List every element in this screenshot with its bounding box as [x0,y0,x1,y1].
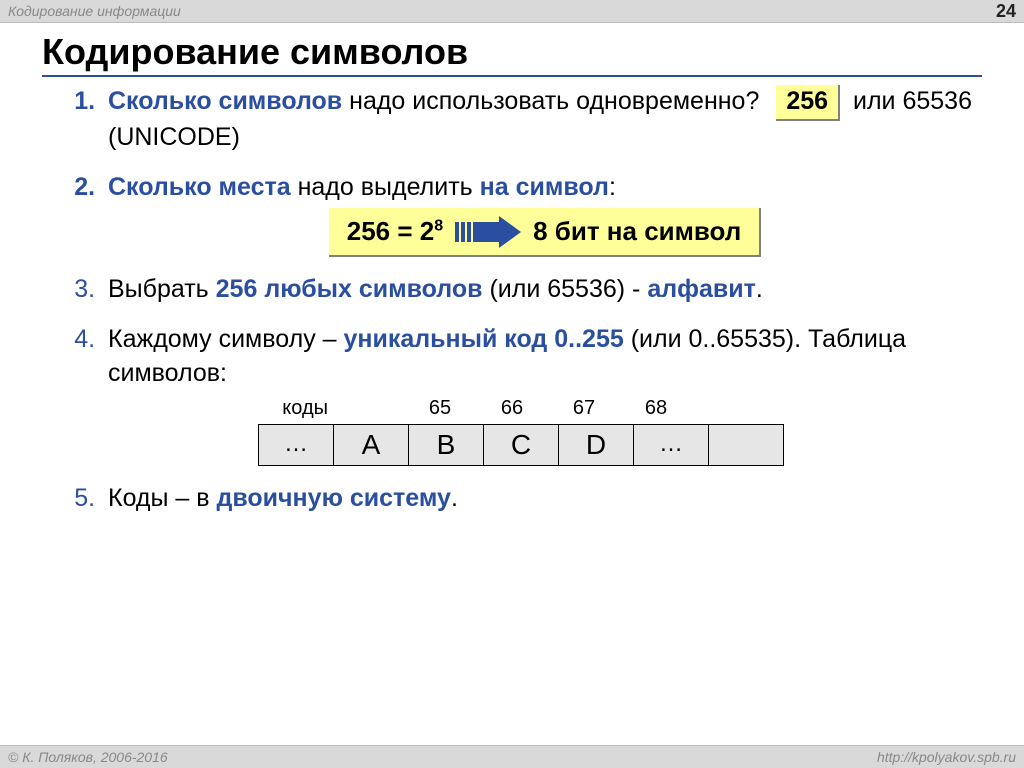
cell-3: C [484,424,559,465]
page-number: 24 [996,1,1016,22]
item-3: Выбрать 256 любых символов (или 65536) -… [102,273,982,307]
item-3-accent2: алфавит [647,275,756,303]
cell-2: B [409,424,484,465]
item-1-lead: Сколько символов [108,87,342,115]
item-3-pre: Выбрать [108,275,216,303]
item-2-lead: Сколько места [108,173,291,201]
item-4: Каждому символу – уникальный код 0..255 … [102,323,982,466]
arrow-icon [455,216,521,248]
item-4-pre: Каждому символу – [108,325,344,353]
item-5-accent: двоичную систему [217,484,451,512]
cell-0: … [259,424,334,465]
footer-url: http://kpolyakov.spb.ru [877,749,1016,765]
cell-4: D [559,424,634,465]
numbered-list: Сколько символов надо использовать однов… [42,85,982,515]
cell-6 [709,424,784,465]
code-2: 67 [548,395,620,422]
footer-copyright: © К. Поляков, 2006-2016 [8,749,168,765]
answer-box-256: 256 [776,85,840,121]
formula-left: 256 = 28 [347,214,443,249]
item-2-colon: : [609,173,616,201]
item-1-tail: надо использовать одновременно? [342,87,759,115]
slide-body: Кодирование символов Сколько символов на… [0,23,1024,743]
formula-box: 256 = 28 8 бит на символ [329,208,762,257]
code-3: 68 [620,395,692,422]
formula-right: 8 бит на символ [533,214,741,249]
codes-label: коды [208,395,332,422]
item-5-post: . [451,484,458,512]
item-5-pre: Коды – в [108,484,217,512]
code-0: 65 [404,395,476,422]
formula-row: 256 = 28 8 бит на символ [108,208,982,257]
item-2-mid: надо выделить [291,173,480,201]
slide-title: Кодирование символов [42,31,982,77]
item-2-accent: на символ [480,173,609,201]
item-3-mid: (или 65536) - [483,275,648,303]
cell-5: … [634,424,709,465]
slide-header: Кодирование информации 24 [0,0,1024,23]
codes-row: коды 65 66 67 68 [208,395,982,422]
item-4-accent: уникальный код 0..255 [344,325,624,353]
code-1: 66 [476,395,548,422]
item-3-post: . [756,275,763,303]
item-2: Сколько места надо выделить на символ: 2… [102,171,982,258]
symbol-table: … A B C D … [258,424,784,466]
header-topic: Кодирование информации [8,3,181,19]
slide-footer: © К. Поляков, 2006-2016 http://kpolyakov… [0,745,1024,768]
item-3-accent1: 256 любых символов [216,275,483,303]
cell-1: A [334,424,409,465]
item-5: Коды – в двоичную систему. [102,482,982,516]
item-1: Сколько символов надо использовать однов… [102,85,982,155]
symbol-table-wrap: коды 65 66 67 68 … A B C D … [208,395,982,466]
